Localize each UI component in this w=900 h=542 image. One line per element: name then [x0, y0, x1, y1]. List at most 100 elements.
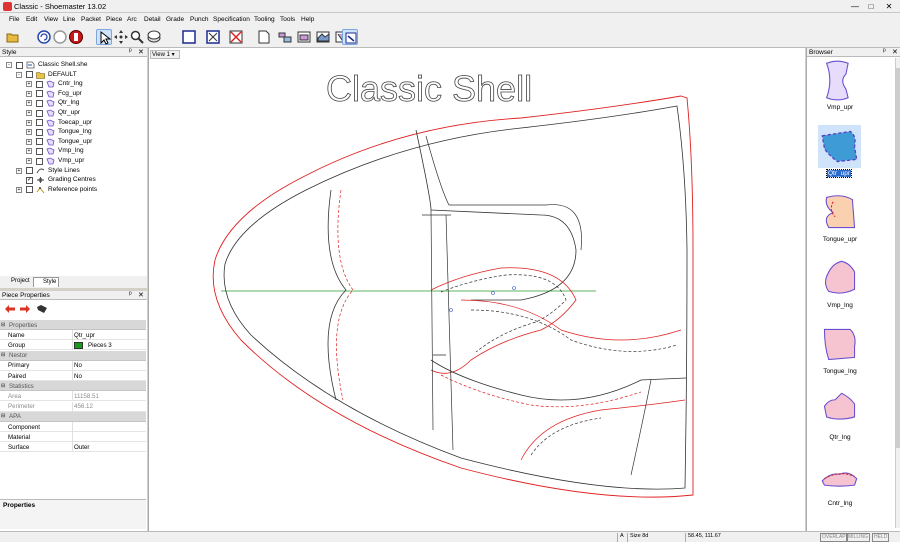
piece-thumbnail[interactable] — [818, 257, 861, 300]
piece-thumbnail[interactable] — [818, 191, 861, 234]
browser-item-cntr-lng[interactable]: Cntr_lng — [807, 454, 873, 514]
property-section-nestor[interactable]: ⊟ Nestor — [0, 350, 146, 361]
property-row-name[interactable]: Name Qtr_upr — [0, 330, 146, 341]
tree-expander-icon[interactable]: + — [26, 110, 32, 116]
close-window-button[interactable]: ✕ — [882, 1, 896, 12]
property-row-primary[interactable]: Primary No — [0, 360, 146, 371]
redo-icon[interactable] — [52, 29, 68, 45]
menu-arc[interactable]: Arc — [127, 16, 137, 23]
fit-view-icon[interactable] — [205, 29, 221, 45]
property-row-paired[interactable]: Paired No — [0, 371, 146, 381]
move-icon[interactable] — [113, 29, 129, 45]
property-section-properties[interactable]: ⊟ Properties — [0, 320, 146, 330]
menu-help[interactable]: Help — [301, 16, 314, 23]
menu-edit[interactable]: Edit — [26, 16, 37, 23]
menu-tools[interactable]: Tools — [280, 16, 295, 23]
browser-item-qtr-upr[interactable]: Qtr_upr — [807, 124, 873, 184]
collapse-icon[interactable]: ⊟ — [1, 352, 5, 358]
property-value[interactable]: Qtr_upr — [74, 332, 95, 339]
property-row-area[interactable]: Area 11158.51 — [0, 391, 146, 402]
menu-specification[interactable]: Specification — [213, 16, 250, 23]
new-page-icon[interactable] — [256, 29, 272, 45]
property-value[interactable]: 456.12 — [74, 403, 93, 410]
menu-piece[interactable]: Piece — [106, 16, 122, 23]
tree-expander-icon[interactable]: + — [26, 90, 32, 97]
tree-expander-icon[interactable]: + — [26, 138, 32, 145]
tree-checkbox[interactable] — [36, 147, 43, 155]
undo-icon[interactable] — [36, 29, 52, 45]
tree-checkbox[interactable] — [36, 80, 43, 88]
tree-checkbox[interactable] — [36, 157, 43, 165]
grade-pieces-icon[interactable] — [296, 29, 312, 45]
menu-tooling[interactable]: Tooling — [254, 16, 275, 23]
piece-thumbnail[interactable] — [818, 455, 861, 498]
piece-properties-icon[interactable] — [36, 304, 48, 314]
tab-project[interactable]: Project — [2, 277, 32, 287]
cut-piece-icon[interactable] — [228, 29, 244, 45]
drawing-canvas[interactable]: Classic Shell — [148, 48, 805, 531]
tree-expander-icon[interactable]: + — [26, 129, 32, 136]
view-selector[interactable]: View 1 ▾ — [150, 50, 180, 59]
next-piece-icon[interactable] — [19, 304, 31, 314]
piece-thumbnail[interactable] — [818, 125, 861, 168]
select-pointer-icon[interactable] — [96, 29, 112, 45]
property-value[interactable]: No — [74, 362, 82, 369]
open-folder-icon[interactable] — [5, 29, 21, 45]
menu-line[interactable]: Line — [63, 16, 75, 23]
property-row-group[interactable]: Group Pieces 3 — [0, 340, 146, 351]
browser-item-vmp-lng[interactable]: Vmp_lng — [807, 256, 873, 316]
property-row-component[interactable]: Component — [0, 422, 146, 432]
layers-icon[interactable] — [146, 29, 162, 45]
menu-grade[interactable]: Grade — [166, 16, 184, 23]
tree-checkbox[interactable] — [36, 90, 43, 98]
menu-view[interactable]: View — [44, 16, 58, 23]
property-row-material[interactable]: Material — [0, 432, 146, 443]
minimize-button[interactable]: — — [848, 1, 862, 12]
maximize-button[interactable]: □ — [864, 1, 878, 12]
tree-checkbox[interactable] — [16, 61, 23, 69]
scrollbar-thumb[interactable] — [896, 68, 900, 448]
stop-icon[interactable] — [68, 29, 84, 45]
close-icon[interactable]: ✕ — [138, 291, 144, 299]
tree-expander-icon[interactable]: + — [16, 167, 22, 174]
browser-item-tongue-lng[interactable]: Tongue_lng — [807, 322, 873, 382]
collapse-icon[interactable]: ⊟ — [1, 383, 5, 389]
tree-checkbox[interactable] — [26, 167, 33, 175]
tree-checkbox[interactable] — [36, 99, 43, 107]
pattern-drawing[interactable]: Classic Shell — [149, 48, 806, 531]
browser-scrollbar[interactable] — [895, 58, 900, 528]
pin-icon[interactable]: ᵖ — [129, 291, 132, 298]
tree-checkbox[interactable] — [36, 138, 43, 146]
tree-expander-icon[interactable]: - — [6, 62, 12, 68]
browser-item-tongue-upr[interactable]: Tongue_upr — [807, 190, 873, 250]
menu-packet[interactable]: Packet — [81, 16, 101, 23]
tree-expander-icon[interactable]: - — [16, 71, 22, 78]
tree-expander-icon[interactable]: + — [26, 148, 32, 155]
piece-stack-icon[interactable] — [315, 29, 331, 45]
pin-icon[interactable]: ᵖ — [883, 48, 886, 55]
browser-item-qtr-lng[interactable]: Qtr_lng — [807, 388, 873, 448]
property-row-surface[interactable]: Surface Outer — [0, 442, 146, 453]
close-icon[interactable]: ✕ — [138, 48, 144, 56]
piece-thumbnail[interactable] — [818, 323, 861, 366]
nest-pieces-icon[interactable] — [277, 29, 293, 45]
property-value[interactable]: No — [74, 373, 82, 380]
property-section-statistics[interactable]: ⊟ Statistics — [0, 381, 146, 392]
tree-checkbox[interactable] — [26, 186, 33, 194]
tree-checkbox[interactable] — [36, 128, 43, 136]
property-value[interactable]: Pieces 3 — [88, 342, 112, 349]
close-icon[interactable]: ✕ — [892, 48, 898, 56]
collapse-icon[interactable]: ⊟ — [1, 322, 5, 328]
property-section-apa[interactable]: ⊟ APA — [0, 411, 146, 422]
property-value[interactable]: Outer — [74, 444, 89, 451]
piece-thumbnail[interactable] — [818, 59, 861, 102]
tree-checkbox[interactable] — [26, 71, 33, 79]
tree-expander-icon[interactable]: + — [16, 186, 22, 193]
tree-expander-icon[interactable]: + — [26, 81, 32, 88]
menu-detail[interactable]: Detail — [144, 16, 161, 23]
tree-checkbox[interactable] — [36, 109, 43, 117]
tree-expander-icon[interactable]: + — [26, 158, 32, 164]
piece-thumbnail[interactable] — [818, 389, 861, 432]
collapse-icon[interactable]: ⊟ — [1, 413, 5, 419]
tree-expander-icon[interactable]: + — [26, 100, 32, 107]
